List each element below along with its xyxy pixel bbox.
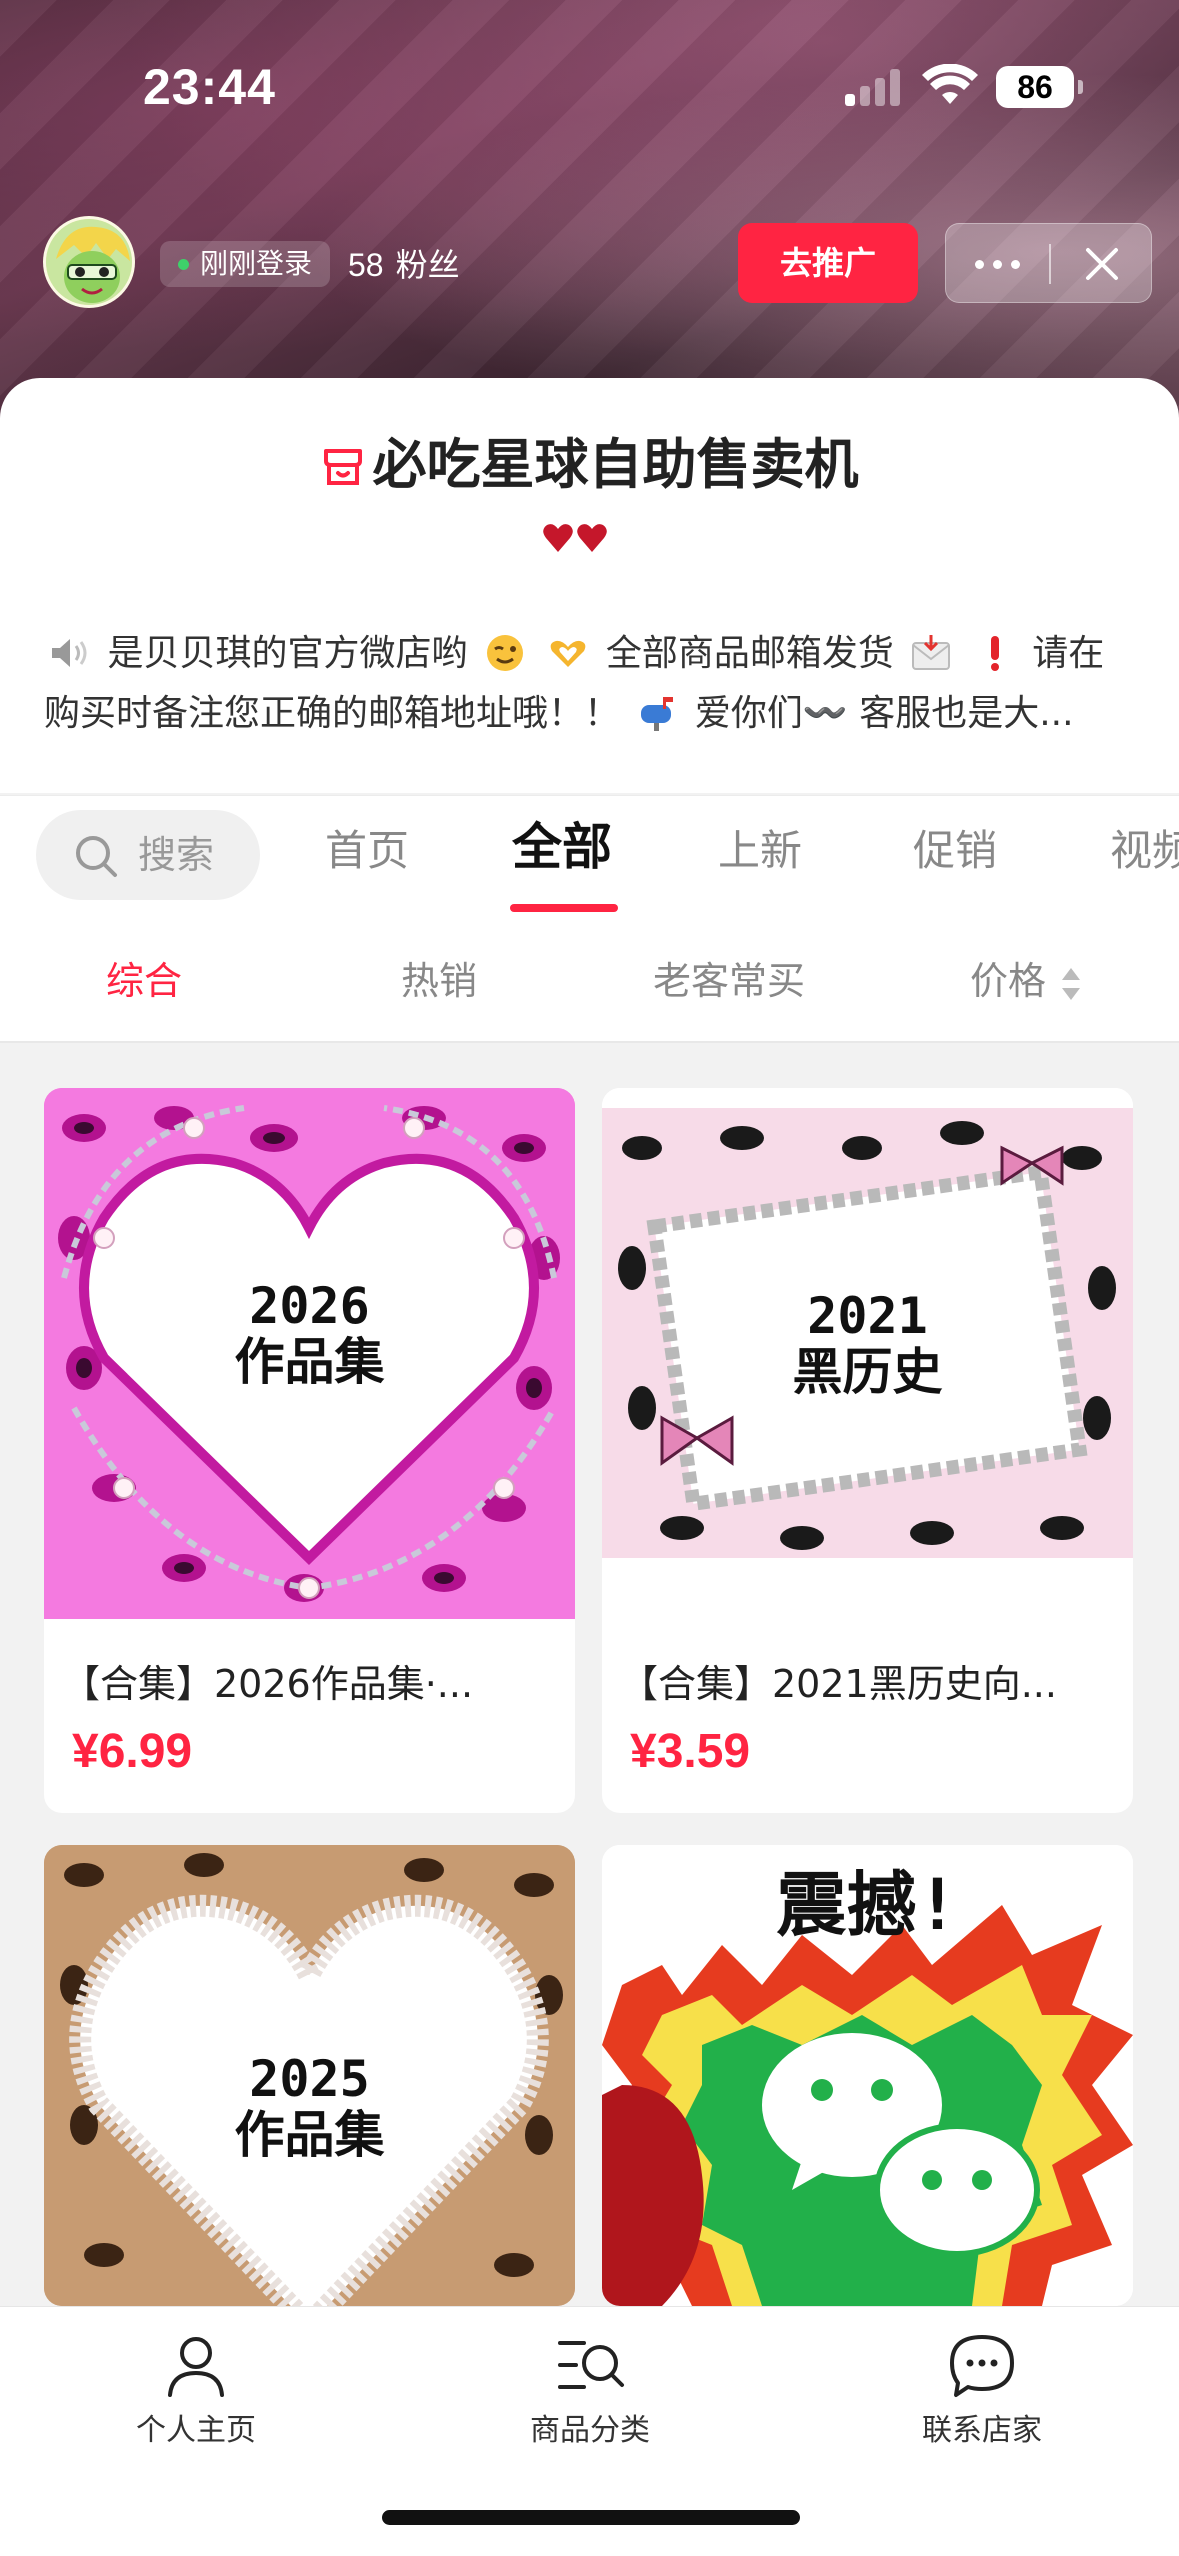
- category-search-icon: [558, 2341, 624, 2389]
- shop-info-card: 必吃星球自助售卖机 是贝贝琪的官方微店哟 全部商品邮箱发货 请在 购买时备注您正…: [0, 378, 1179, 793]
- product-thumbnail: 2025 作品集: [44, 1845, 575, 2306]
- envelope-icon: [912, 635, 951, 670]
- login-status-badge: 刚刚登录: [160, 241, 331, 287]
- shop-description: 是贝贝琪的官方微店哟 全部商品邮箱发货 请在 购买时备注您正确的邮箱地址哦！！ …: [44, 624, 1139, 744]
- promote-button[interactable]: 去推广: [738, 223, 918, 303]
- more-options-button[interactable]: [946, 224, 1049, 304]
- product-card[interactable]: 2026 作品集 【合集】2026作品集·... ¥6.99: [44, 1088, 575, 1813]
- sort-hot-sales[interactable]: 热销: [401, 951, 477, 1011]
- fans-count: 58 粉丝: [348, 243, 460, 287]
- shop-name: 必吃星球自助售卖机: [372, 433, 859, 496]
- fans-number: 58: [348, 247, 384, 283]
- nav-profile[interactable]: 个人主页: [76, 2329, 316, 2451]
- product-title: 【合集】2026作品集·...: [62, 1662, 474, 1706]
- sort-price[interactable]: 价格: [970, 951, 1082, 1011]
- sort-arrows-icon: [1062, 967, 1081, 1000]
- exclamation-icon: [990, 636, 999, 671]
- tab-all[interactable]: 全部: [512, 812, 612, 882]
- chat-icon: [950, 2335, 1014, 2397]
- description-text-e: 爱你们〰️ 客服也是大...: [694, 693, 1074, 734]
- status-time: 23:44: [143, 59, 276, 115]
- sort-price-label: 价格: [970, 959, 1047, 1003]
- close-icon: [1086, 248, 1118, 280]
- battery-indicator: 86: [996, 66, 1083, 108]
- product-card[interactable]: 2025 作品集: [44, 1845, 575, 2306]
- home-indicator: [382, 2510, 800, 2525]
- thumbnail-year: 2021: [807, 1287, 928, 1345]
- thumbnail-caption: 作品集: [234, 2106, 385, 2164]
- product-title: 【合集】2021黑历史向...: [620, 1662, 1057, 1706]
- wink-face-icon: [486, 635, 523, 671]
- shop-title-row: 必吃星球自助售卖机: [0, 430, 1179, 500]
- sort-overall[interactable]: 综合: [106, 951, 182, 1011]
- product-card[interactable]: 震撼!: [602, 1845, 1133, 2306]
- mini-program-capsule: [945, 223, 1152, 303]
- sort-repeat-buyers[interactable]: 老客常买: [653, 951, 805, 1011]
- product-thumbnail: 2021 黑历史: [602, 1088, 1133, 1619]
- product-price: ¥6.99: [72, 1725, 193, 1778]
- nav-categories[interactable]: 商品分类: [470, 2329, 710, 2451]
- category-tabs: 搜索 首页 全部 上新 促销 视频: [0, 795, 1179, 925]
- tab-home[interactable]: 首页: [325, 816, 409, 886]
- wifi-icon: [922, 64, 978, 104]
- nav-contact-seller-label: 联系店家: [922, 2413, 1042, 2448]
- tab-promotion[interactable]: 促销: [913, 816, 997, 886]
- search-input[interactable]: 搜索: [36, 810, 260, 900]
- tab-video[interactable]: 视频: [1110, 816, 1179, 886]
- search-icon: [76, 836, 117, 877]
- heart-hands-icon: [551, 640, 586, 667]
- shop-avatar[interactable]: [43, 216, 135, 308]
- description-line-2: 购买时备注您正确的邮箱地址哦！！ 爱你们〰️ 客服也是大...: [44, 684, 1139, 744]
- thumbnail-caption: 黑历史: [792, 1343, 943, 1401]
- description-text-a: 是贝贝琪的官方微店哟: [107, 633, 468, 674]
- thumbnail-year: 2026: [249, 1277, 370, 1335]
- thumbnail-caption: 作品集: [234, 1333, 385, 1391]
- thumbnail-year: 2025: [249, 2050, 370, 2108]
- cellular-signal-icon: [845, 68, 903, 106]
- description-text-b: 全部商品邮箱发货: [605, 633, 894, 674]
- description-line-1: 是贝贝琪的官方微店哟 全部商品邮箱发货 请在: [44, 624, 1139, 684]
- speaker-icon: [52, 639, 87, 667]
- product-card[interactable]: 2021 黑历史 【合集】2021黑历史向... ¥3.59: [602, 1088, 1133, 1813]
- search-placeholder: 搜索: [138, 833, 215, 877]
- active-tab-indicator: [510, 904, 618, 912]
- sort-bar: 综合 热销 老客常买 价格: [0, 925, 1179, 1043]
- product-thumbnail: 2026 作品集: [44, 1088, 575, 1619]
- close-button[interactable]: [1051, 224, 1153, 304]
- shop-icon: [323, 449, 362, 485]
- description-text-c: 请在: [1032, 633, 1105, 674]
- thumbnail-caption: 震撼!: [776, 1864, 959, 1946]
- product-price: ¥3.59: [630, 1725, 751, 1778]
- tab-new[interactable]: 上新: [718, 816, 802, 886]
- fans-label: 粉丝: [395, 246, 460, 284]
- product-thumbnail: 震撼!: [602, 1845, 1133, 2306]
- hearts-emoji-icon: [543, 524, 607, 552]
- description-text-d: 购买时备注您正确的邮箱地址哦！！: [44, 693, 621, 734]
- person-icon: [168, 2337, 224, 2397]
- nav-contact-seller[interactable]: 联系店家: [862, 2329, 1102, 2451]
- nav-profile-label: 个人主页: [136, 2413, 256, 2448]
- mailbox-icon: [641, 697, 674, 731]
- nav-categories-label: 商品分类: [530, 2413, 650, 2448]
